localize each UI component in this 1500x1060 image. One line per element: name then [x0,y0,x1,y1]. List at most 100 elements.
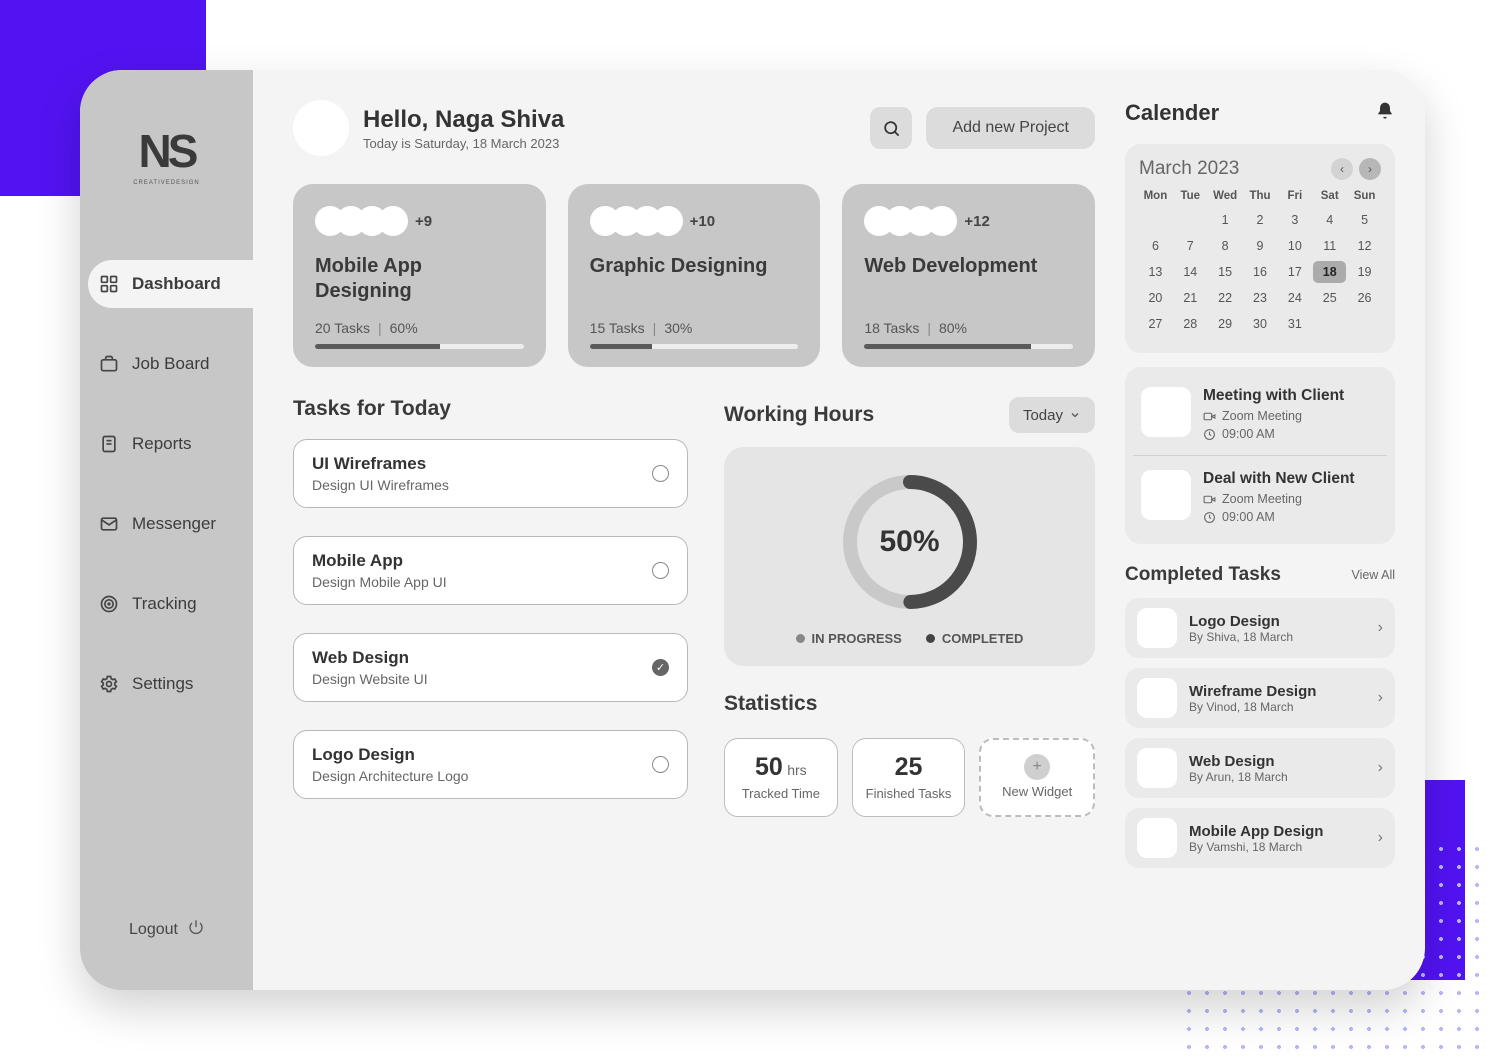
calendar-day[interactable]: 13 [1139,261,1172,283]
calendar-day[interactable]: 9 [1244,235,1277,257]
calendar-day[interactable]: 11 [1313,235,1346,257]
event-meta: Zoom Meeting [1222,492,1302,506]
calendar-day[interactable]: 10 [1278,235,1311,257]
calendar-day[interactable]: 2 [1244,209,1277,231]
new-widget-label: New Widget [987,784,1087,800]
sidebar-item-reports[interactable]: Reports [80,420,253,468]
dow-label: Tue [1174,190,1207,202]
calendar-day[interactable]: 22 [1209,287,1242,309]
ct-thumb [1137,608,1177,648]
project-card[interactable]: +9 Mobile App Designing 20 Tasks|60% [293,184,546,367]
task-status-icon[interactable] [652,562,669,579]
working-hours-title: Working Hours [724,403,874,427]
task-status-icon[interactable] [652,465,669,482]
task-item[interactable]: UI WireframesDesign UI Wireframes [293,439,688,508]
ct-thumb [1137,678,1177,718]
period-label: Today [1023,407,1063,424]
date-label: Today is Saturday, 18 March 2023 [363,136,564,151]
nav-label: Reports [132,434,192,454]
cal-next-button[interactable]: › [1359,158,1381,180]
project-card[interactable]: +10 Graphic Designing 15 Tasks|30% [568,184,821,367]
calendar-day[interactable]: 14 [1174,261,1207,283]
task-item[interactable]: Logo DesignDesign Architecture Logo [293,730,688,799]
calendar-day[interactable]: 8 [1209,235,1242,257]
event-meta: Zoom Meeting [1222,409,1302,423]
notification-bell[interactable] [1375,101,1395,126]
project-pct: 60% [390,320,418,336]
calendar-grid: MonTueWedThuFriSatSun..12345678910111213… [1139,190,1381,335]
completed-task-item[interactable]: Wireframe DesignBy Vinod, 18 March› [1125,668,1395,728]
calendar-day[interactable]: 21 [1174,287,1207,309]
sidebar-item-tracking[interactable]: Tracking [80,580,253,628]
task-status-icon[interactable] [652,756,669,773]
gear-icon [98,673,120,695]
sidebar-item-messenger[interactable]: Messenger [80,500,253,548]
calendar-day[interactable]: 5 [1348,209,1381,231]
event-item[interactable]: Deal with New Client Zoom Meeting 09:00 … [1133,455,1387,538]
calendar-day[interactable]: 31 [1278,313,1311,335]
task-item[interactable]: Web DesignDesign Website UI [293,633,688,702]
logo-text: NS [139,124,195,178]
sidebar-item-job-board[interactable]: Job Board [80,340,253,388]
add-project-button[interactable]: Add new Project [926,107,1095,149]
stat-unit: hrs [787,762,806,778]
completed-task-item[interactable]: Logo DesignBy Shiva, 18 March› [1125,598,1395,658]
task-item[interactable]: Mobile AppDesign Mobile App UI [293,536,688,605]
tasks-list: UI WireframesDesign UI Wireframes Mobile… [293,439,688,799]
ct-name: Logo Design [1189,613,1293,630]
logout-button[interactable]: Logout [129,919,204,940]
calendar-day[interactable]: 28 [1174,313,1207,335]
avatar-stack: +10 [590,206,799,236]
calendar-day[interactable]: 1 [1209,209,1242,231]
calendar-day[interactable]: 23 [1244,287,1277,309]
calendar-day[interactable]: 18 [1313,261,1346,283]
event-name: Meeting with Client [1203,387,1379,405]
tasks-title: Tasks for Today [293,397,688,421]
period-dropdown[interactable]: Today [1009,397,1095,433]
calendar-day[interactable]: 20 [1139,287,1172,309]
calendar-day[interactable]: 4 [1313,209,1346,231]
right-col: Calender March 2023 ‹ › MonTueWedThuFriS… [1125,100,1395,966]
event-thumb [1141,470,1191,520]
calendar-day[interactable]: 27 [1139,313,1172,335]
grid-icon [98,273,120,295]
nav-label: Job Board [132,354,210,374]
completed-task-item[interactable]: Web DesignBy Arun, 18 March› [1125,738,1395,798]
avatar-stack: +12 [864,206,1073,236]
calendar-day[interactable]: 7 [1174,235,1207,257]
header-row: Hello, Naga Shiva Today is Saturday, 18 … [293,100,1095,156]
calendar-box: March 2023 ‹ › MonTueWedThuFriSatSun..12… [1125,144,1395,353]
calendar-day[interactable]: 24 [1278,287,1311,309]
sidebar-item-dashboard[interactable]: Dashboard [88,260,253,308]
calendar-day[interactable]: 6 [1139,235,1172,257]
calendar-day[interactable]: 25 [1313,287,1346,309]
task-status-icon[interactable] [652,659,669,676]
avatar-stack: +9 [315,206,524,236]
task-sub: Design Architecture Logo [312,768,468,784]
calendar-day[interactable]: 30 [1244,313,1277,335]
avatar[interactable] [293,100,349,156]
calendar-day[interactable]: 3 [1278,209,1311,231]
calendar-day[interactable]: 26 [1348,287,1381,309]
sidebar-item-settings[interactable]: Settings [80,660,253,708]
calendar-day[interactable]: 17 [1278,261,1311,283]
calendar-day[interactable]: 15 [1209,261,1242,283]
new-widget-button[interactable]: + New Widget [979,738,1095,817]
calendar-day[interactable]: 19 [1348,261,1381,283]
calendar-day[interactable]: 16 [1244,261,1277,283]
view-all-link[interactable]: View All [1351,568,1395,582]
logo-sub: CREATIVEDESIGN [133,180,200,186]
logout-label: Logout [129,921,178,939]
completed-task-item[interactable]: Mobile App DesignBy Vamshi, 18 March› [1125,808,1395,868]
cal-prev-button[interactable]: ‹ [1331,158,1353,180]
center-col: Hello, Naga Shiva Today is Saturday, 18 … [293,100,1095,966]
project-card[interactable]: +12 Web Development 18 Tasks|80% [842,184,1095,367]
app-window: NS CREATIVEDESIGN Dashboard Job Board Repo… [80,70,1425,990]
event-name: Deal with New Client [1203,470,1379,488]
project-pct: 80% [939,320,967,336]
task-title: Web Design [312,648,428,668]
calendar-day[interactable]: 12 [1348,235,1381,257]
calendar-day[interactable]: 29 [1209,313,1242,335]
event-item[interactable]: Meeting with Client Zoom Meeting 09:00 A… [1133,373,1387,455]
search-button[interactable] [870,107,912,149]
